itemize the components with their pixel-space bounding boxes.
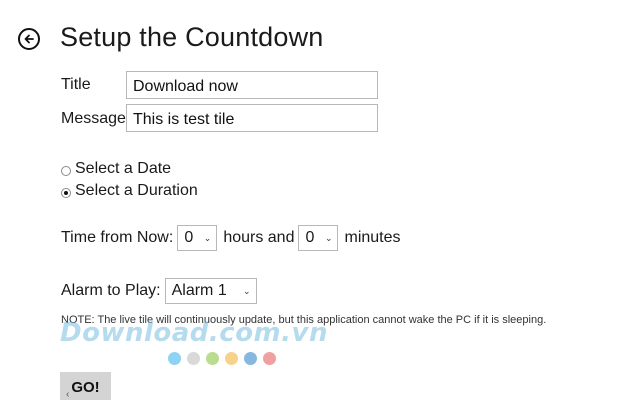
time-from-now-label: Time from Now: — [61, 229, 174, 246]
alarm-row: Alarm to Play: Alarm 1 ⌄ — [61, 278, 257, 304]
duration-row: Time from Now: 0 ⌄ hours and 0 ⌄ minutes — [61, 225, 401, 251]
alarm-select-value: Alarm 1 — [171, 282, 227, 299]
message-input[interactable] — [126, 104, 378, 132]
chevron-down-icon: ⌄ — [324, 233, 333, 243]
watermark-dot — [244, 352, 257, 365]
alarm-label: Alarm to Play: — [61, 282, 161, 299]
minutes-label: minutes — [344, 229, 401, 246]
message-label: Message — [61, 110, 126, 127]
hours-and-label: hours and — [223, 229, 295, 246]
chevron-left-icon[interactable]: ‹ — [66, 389, 69, 400]
title-label: Title — [61, 76, 91, 93]
chevron-down-icon: ⌄ — [203, 233, 212, 243]
hours-select[interactable]: 0 ⌄ — [177, 225, 218, 251]
radio-button-unchecked[interactable] — [61, 165, 71, 176]
alarm-select[interactable]: Alarm 1 ⌄ — [164, 278, 257, 304]
minutes-select-value: 0 — [305, 229, 315, 246]
back-button[interactable] — [18, 28, 40, 50]
watermark-dot — [187, 352, 200, 365]
back-arrow-icon — [24, 34, 34, 44]
hours-select-value: 0 — [184, 229, 194, 246]
radio-select-date[interactable]: Select a Date — [61, 160, 171, 178]
radio-select-duration[interactable]: Select a Duration — [61, 182, 198, 200]
radio-button-checked[interactable] — [61, 187, 71, 198]
radio-select-date-label: Select a Date — [75, 160, 172, 177]
minutes-select[interactable]: 0 ⌄ — [298, 225, 339, 251]
watermark-dot — [225, 352, 238, 365]
chevron-down-icon: ⌄ — [243, 286, 251, 296]
page-title: Setup the Countdown — [60, 22, 324, 52]
title-input[interactable] — [126, 71, 378, 99]
watermark-dots — [168, 352, 276, 365]
radio-select-duration-label: Select a Duration — [75, 182, 198, 199]
watermark-dot — [263, 352, 276, 365]
note-text: NOTE: The live tile will continuously up… — [61, 314, 547, 326]
watermark-dot — [168, 352, 181, 365]
watermark-dot — [206, 352, 219, 365]
